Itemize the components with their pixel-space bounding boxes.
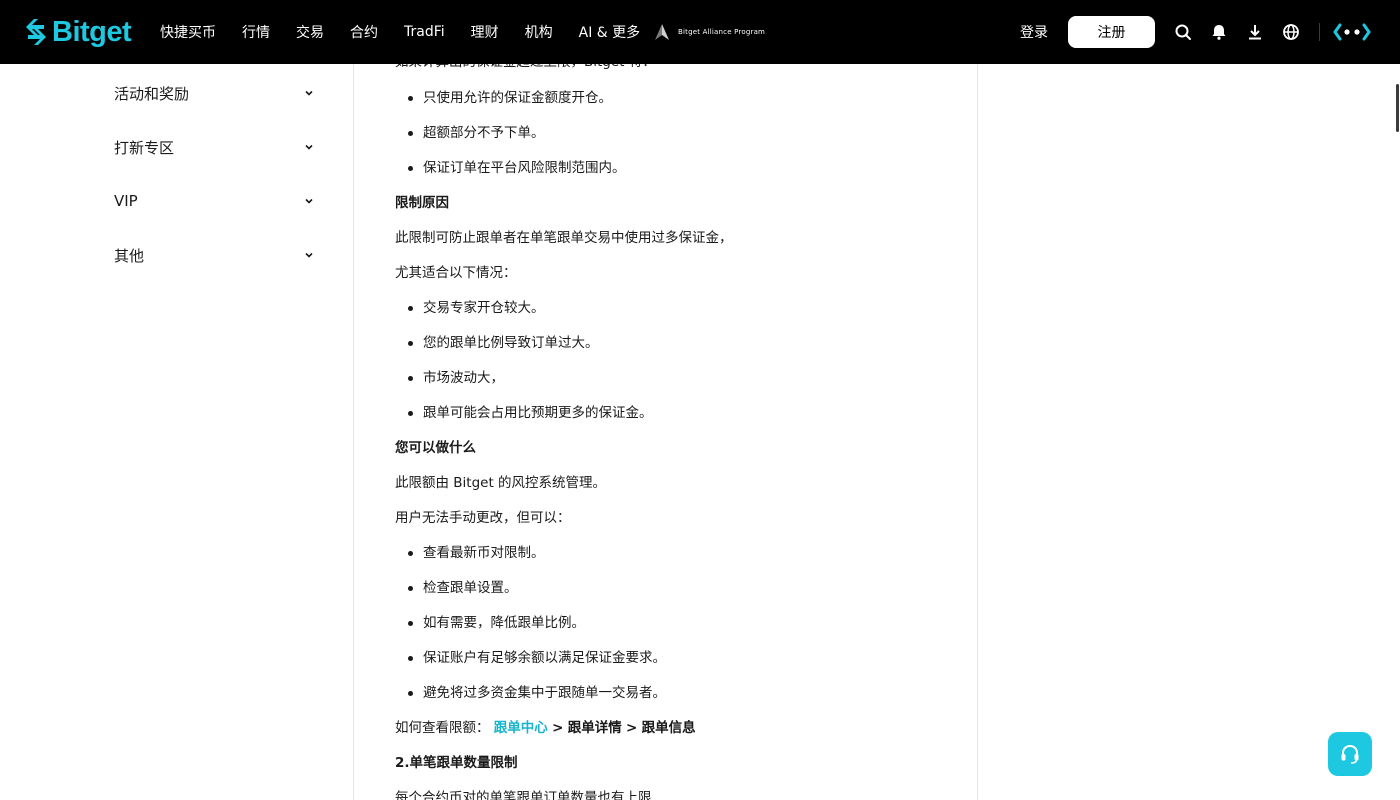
alliance-program-banner[interactable]: Bitget Alliance Program bbox=[654, 22, 765, 42]
alliance-logo-icon bbox=[655, 24, 669, 40]
chevron-down-icon bbox=[305, 198, 313, 204]
section-heading: 2.单笔跟单数量限制 bbox=[395, 755, 518, 771]
path-separator: > bbox=[626, 720, 638, 736]
header-divider bbox=[1319, 23, 1320, 41]
main-nav: 快捷买币 行情 交易 合约 TradFi 理财 机构 AI & 更多 bbox=[160, 0, 666, 64]
nav-trade[interactable]: 交易 bbox=[296, 22, 324, 42]
list-item: 跟单可能会占用比预期更多的保证金。 bbox=[408, 405, 653, 421]
list-item: 检查跟单设置。 bbox=[408, 580, 518, 596]
list-item: 交易专家开仓较大。 bbox=[408, 300, 545, 316]
list-item: 如有需要，降低跟单比例。 bbox=[408, 615, 585, 631]
list-item: 市场波动大， bbox=[408, 370, 504, 386]
chevron-down-icon bbox=[305, 90, 313, 96]
chevron-down-icon bbox=[305, 252, 313, 258]
article-paragraph: 用户无法手动更改，但可以： bbox=[395, 510, 571, 526]
nav-tradfi[interactable]: TradFi bbox=[404, 24, 445, 40]
path-step-info: 跟单信息 bbox=[641, 720, 696, 736]
top-header: Bitget 快捷买币 行情 交易 合约 TradFi 理财 机构 AI & 更… bbox=[0, 0, 1400, 64]
article-paragraph: 每个合约币对的单笔跟单订单数量也有上限 bbox=[395, 790, 652, 800]
sidebar-item-label: 其他 bbox=[114, 246, 145, 265]
sidebar-item-label: 打新专区 bbox=[114, 138, 175, 157]
page-scrollbar[interactable] bbox=[1396, 84, 1399, 132]
brand-name: Bitget bbox=[52, 15, 132, 48]
sidebar-item-launchpad[interactable]: 打新专区 bbox=[114, 135, 314, 159]
path-step-details: 跟单详情 bbox=[567, 720, 622, 736]
section-heading: 您可以做什么 bbox=[395, 440, 476, 456]
howto-path: 如何查看限额： 跟单中心 > 跟单详情 > 跟单信息 bbox=[395, 718, 696, 738]
nav-quick-buy[interactable]: 快捷买币 bbox=[160, 22, 216, 42]
list-item: 保证账户有足够余额以满足保证金要求。 bbox=[408, 650, 666, 666]
list-item: 保证订单在平台风险限制范围内。 bbox=[408, 160, 626, 176]
copy-trading-center-link[interactable]: 跟单中心 bbox=[494, 720, 548, 736]
list-item: 避免将过多资金集中于跟随单一交易者。 bbox=[408, 685, 666, 701]
ai-assistant-icon[interactable] bbox=[1332, 22, 1372, 42]
sidebar-item-events-rewards[interactable]: 活动和奖励 bbox=[114, 81, 314, 105]
nav-markets[interactable]: 行情 bbox=[242, 22, 270, 42]
help-sidebar: 活动和奖励 打新专区 VIP 其他 bbox=[0, 64, 354, 800]
sidebar-item-label: VIP bbox=[114, 192, 138, 210]
list-item: 只使用允许的保证金额度开仓。 bbox=[408, 90, 612, 106]
nav-futures[interactable]: 合约 bbox=[350, 22, 378, 42]
list-item: 查看最新币对限制。 bbox=[408, 545, 545, 561]
nav-earn[interactable]: 理财 bbox=[471, 22, 499, 42]
customer-support-button[interactable] bbox=[1328, 732, 1372, 776]
section-heading: 限制原因 bbox=[395, 195, 449, 211]
headset-icon bbox=[1341, 744, 1359, 764]
alliance-program-label: Bitget Alliance Program bbox=[678, 28, 766, 36]
list-item: 您的跟单比例导致订单过大。 bbox=[408, 335, 599, 351]
howto-prefix: 如何查看限额： bbox=[395, 720, 490, 736]
article-paragraph: 此限制可防止跟单者在单笔跟单交易中使用过多保证金， bbox=[395, 230, 733, 246]
list-item: 超额部分不予下单。 bbox=[408, 125, 545, 141]
article-body: 如果计算出的保证金超过上限，Bitget 将： 只使用允许的保证金额度开仓。 超… bbox=[355, 64, 978, 800]
bell-icon[interactable] bbox=[1210, 23, 1228, 41]
nav-institutional[interactable]: 机构 bbox=[525, 22, 553, 42]
article-paragraph: 此限额由 Bitget 的风控系统管理。 bbox=[395, 475, 607, 491]
sidebar-item-vip[interactable]: VIP bbox=[114, 189, 314, 213]
article-paragraph: 尤其适合以下情况： bbox=[395, 265, 517, 281]
nav-ai-more[interactable]: AI & 更多 bbox=[579, 22, 641, 42]
article-paragraph: 如果计算出的保证金超过上限，Bitget 将： bbox=[395, 64, 656, 72]
bitget-mark-icon bbox=[26, 19, 46, 45]
download-icon[interactable] bbox=[1246, 23, 1264, 41]
sidebar-item-other[interactable]: 其他 bbox=[114, 243, 314, 267]
register-button[interactable]: 注册 bbox=[1068, 16, 1155, 48]
path-separator: > bbox=[552, 720, 564, 736]
search-icon[interactable] bbox=[1174, 23, 1192, 41]
globe-icon[interactable] bbox=[1282, 23, 1300, 41]
bitget-logo[interactable]: Bitget bbox=[24, 15, 132, 48]
login-link[interactable]: 登录 bbox=[1020, 22, 1048, 42]
sidebar-item-label: 活动和奖励 bbox=[114, 84, 190, 103]
chevron-down-icon bbox=[305, 144, 313, 150]
